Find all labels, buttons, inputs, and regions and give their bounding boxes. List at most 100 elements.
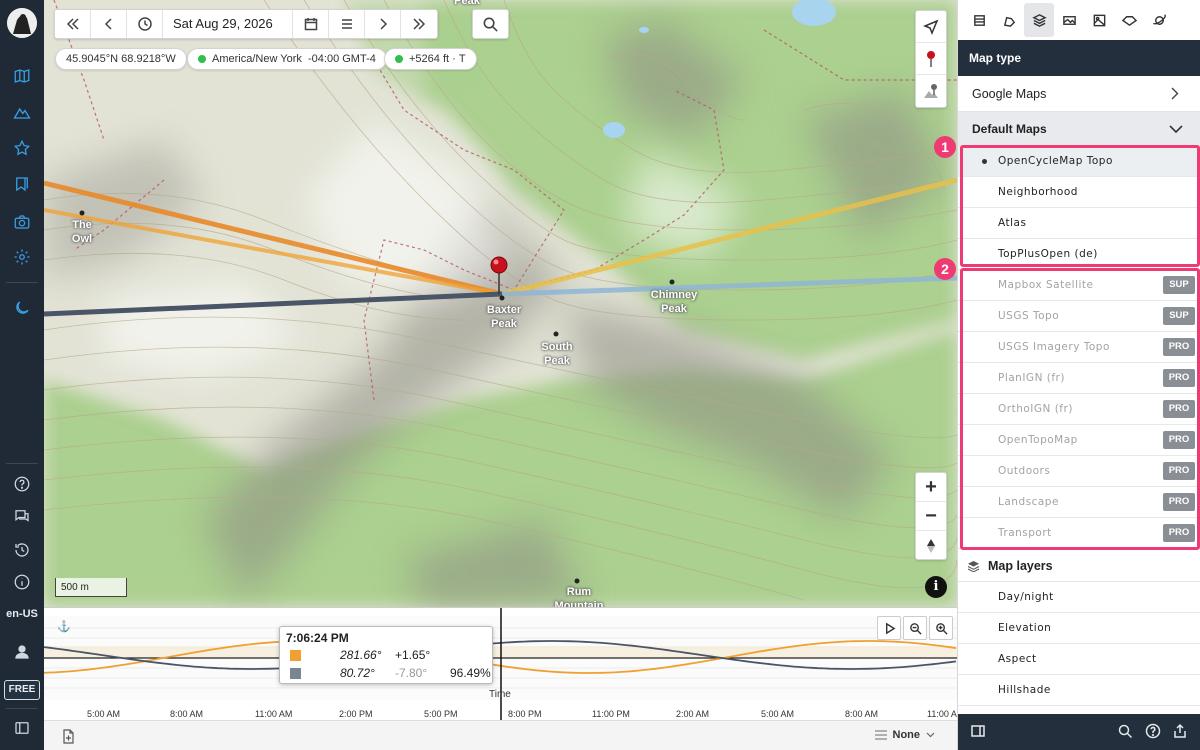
moon-swatch [290,667,301,679]
sun-swatch [290,649,301,661]
timezone-text: America/New York [212,53,302,65]
coordinates-text: 45.9045°N 68.9218°W [66,53,176,65]
callout-number-2: 2 [934,258,956,280]
language-selector[interactable]: en-US [0,608,44,620]
time-tick-label: 5:00 PM [424,709,458,719]
timezone-pill[interactable]: America/New York -04:00 GMT-4 [187,48,387,70]
sun-moon-timeline[interactable]: ⚓ 7:06:24 PM 281.66° +1.65° 80.72° -7.80… [44,607,957,720]
map-layers-label: Map layers [988,558,1053,573]
panel-bottom-bar [958,714,1200,750]
history-icon[interactable] [10,538,34,562]
status-dot [395,55,403,63]
calendar-icon[interactable] [293,10,329,38]
share-icon[interactable] [1172,723,1190,741]
search-icon [483,17,498,32]
south-peak-label: South Peak [541,341,573,367]
tab-shapes[interactable] [994,3,1024,37]
status-dot [198,55,206,63]
sun-elevation: +1.65° [395,648,431,662]
rum-mountain-label: Rum Mountain [554,586,604,607]
layer-label: Hillshade [998,684,1051,696]
chevron-down-icon [926,732,935,738]
time-tick-label: 11:00 A [927,709,957,719]
timeline-chart: ⚓ [44,608,957,720]
play-button[interactable] [877,616,901,640]
map-icon[interactable] [10,64,34,88]
app-logo[interactable] [7,8,37,38]
moon-elevation: -7.80° [395,666,428,680]
bookmark-icon[interactable] [10,172,34,196]
tab-terrain[interactable] [1114,3,1144,37]
toggle-sidebar-icon[interactable] [970,723,988,741]
time-tick-label: 2:00 PM [339,709,373,719]
tab-image[interactable] [1084,3,1114,37]
map-info-button[interactable]: i [925,576,947,598]
panel-tabs [958,0,1200,40]
date-display[interactable]: Sat Aug 29, 2026 [163,10,293,38]
terrain-pin-icon[interactable] [916,75,946,107]
next-button[interactable] [365,10,401,38]
toggle-panel-icon[interactable] [10,716,34,740]
the-owl-label: The Owl [71,219,93,245]
layer-elevation[interactable]: Elevation [958,613,1200,644]
layer-hillshade[interactable]: Hillshade [958,675,1200,706]
now-clock-button[interactable] [127,10,163,38]
layer-aspect[interactable]: Aspect [958,644,1200,675]
elevation-pill[interactable]: +5264 ft · T [384,48,477,70]
zoom-out-timeline-button[interactable] [903,616,927,640]
google-maps-row[interactable]: Google Maps [958,76,1200,112]
user-account-icon[interactable] [10,640,34,664]
chimney-peak-label: Chimney Peak [650,289,698,315]
layer-label: Day/night [998,591,1054,603]
time-tick-label: 8:00 AM [845,709,879,719]
document-icon[interactable] [62,729,75,747]
tab-panorama[interactable] [1054,3,1084,37]
pin-icon[interactable] [916,43,946,75]
star-icon[interactable] [10,136,34,160]
help-icon[interactable] [1145,723,1163,741]
tab-planet[interactable] [1144,3,1174,37]
search-icon[interactable] [1117,723,1135,741]
timezone-offset: -04:00 GMT-4 [308,53,376,65]
next-fast-button[interactable] [401,10,437,38]
date-toolbar: Sat Aug 29, 2026 [54,9,438,39]
chevron-right-icon [1171,87,1179,100]
camera-icon[interactable] [10,210,34,234]
zoom-out-button[interactable]: − [916,502,946,531]
compass-north-icon[interactable] [916,531,946,560]
overlay-selector[interactable]: None [874,729,936,741]
default-maps-label: Default Maps [972,122,1047,136]
coordinates-pill[interactable]: 45.9045°N 68.9218°W [55,48,187,70]
locate-arrow-icon[interactable] [916,11,946,43]
time-tick-label: 5:00 AM [761,709,795,719]
zoom-controls: + − [915,472,947,560]
map-layers-header[interactable]: Map layers [958,550,1200,582]
moon-row: 80.72° -7.80° 96.49% [290,664,491,682]
settings-gear-icon[interactable] [10,245,34,269]
layer-label: Elevation [998,622,1052,634]
default-maps-section[interactable]: Default Maps [958,112,1200,146]
mountain-icon[interactable] [10,100,34,124]
highlight-box-free-maps [960,145,1200,267]
prev-button[interactable] [91,10,127,38]
chat-icon[interactable] [10,504,34,528]
layer-day-night[interactable]: Day/night [958,582,1200,613]
help-icon[interactable] [10,472,34,496]
tab-layers-list[interactable] [964,3,994,37]
callout-number-1: 1 [934,136,956,158]
info-icon[interactable] [10,570,34,594]
map-tools [915,10,947,108]
plan-badge[interactable]: FREE [4,680,40,700]
layer-label: Aspect [998,653,1037,665]
search-button[interactable] [472,9,509,39]
time-tick-label: 5:00 AM [87,709,121,719]
dark-mode-moon-icon[interactable] [10,296,34,320]
zoom-in-timeline-button[interactable] [929,616,953,640]
time-tick-label: 11:00 PM [592,709,630,719]
tab-map-type[interactable] [1024,3,1054,37]
panel-title: Map type [958,40,1200,76]
prev-fast-button[interactable] [55,10,91,38]
zoom-in-button[interactable]: + [916,473,946,502]
menu-icon[interactable] [329,10,365,38]
map-canvas[interactable]: Peak The Owl Baxter Peak South Peak Chim… [44,0,957,607]
